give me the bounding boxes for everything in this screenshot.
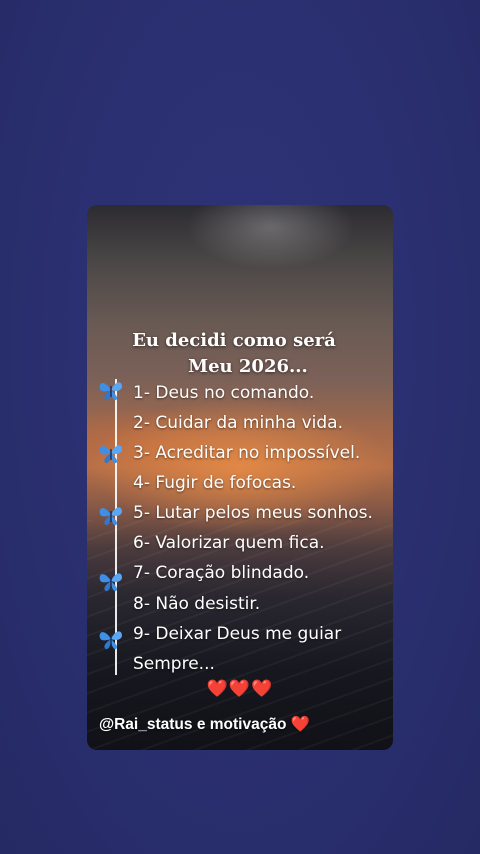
heart-icon: ❤️ bbox=[290, 716, 311, 733]
hearts-row: ❤️❤️❤️ bbox=[206, 679, 274, 699]
status-image-card: Eu decidi como será Meu 2026... 1- Deus … bbox=[87, 205, 393, 750]
butterfly-icon bbox=[99, 382, 122, 401]
list-item: 4- Fugir de fofocas. bbox=[133, 473, 297, 493]
butterfly-icon bbox=[99, 573, 122, 592]
list-item: 5- Lutar pelos meus sonhos. bbox=[133, 503, 373, 523]
butterfly-icon bbox=[99, 507, 122, 526]
list-item: 7- Coração blindado. bbox=[133, 563, 310, 583]
list-item: 2- Cuidar da minha vida. bbox=[133, 413, 343, 433]
card-title-line2: Meu 2026... bbox=[188, 356, 308, 377]
list-item: Sempre... bbox=[133, 654, 215, 674]
card-title-line1: Eu decidi como será bbox=[132, 330, 336, 351]
list-item: 3- Acreditar no impossível. bbox=[133, 443, 361, 463]
list-item: 6- Valorizar quem fica. bbox=[133, 533, 325, 553]
list-item: 1- Deus no comando. bbox=[133, 383, 315, 403]
list-item: 9- Deixar Deus me guiar bbox=[133, 624, 342, 644]
list-item: 8- Não desistir. bbox=[133, 594, 261, 614]
butterfly-icon bbox=[99, 445, 122, 464]
author-signature: @Rai_status e motivação ❤️ bbox=[99, 715, 310, 734]
butterfly-icon bbox=[99, 631, 122, 650]
signature-text: @Rai_status e motivação bbox=[99, 716, 287, 733]
